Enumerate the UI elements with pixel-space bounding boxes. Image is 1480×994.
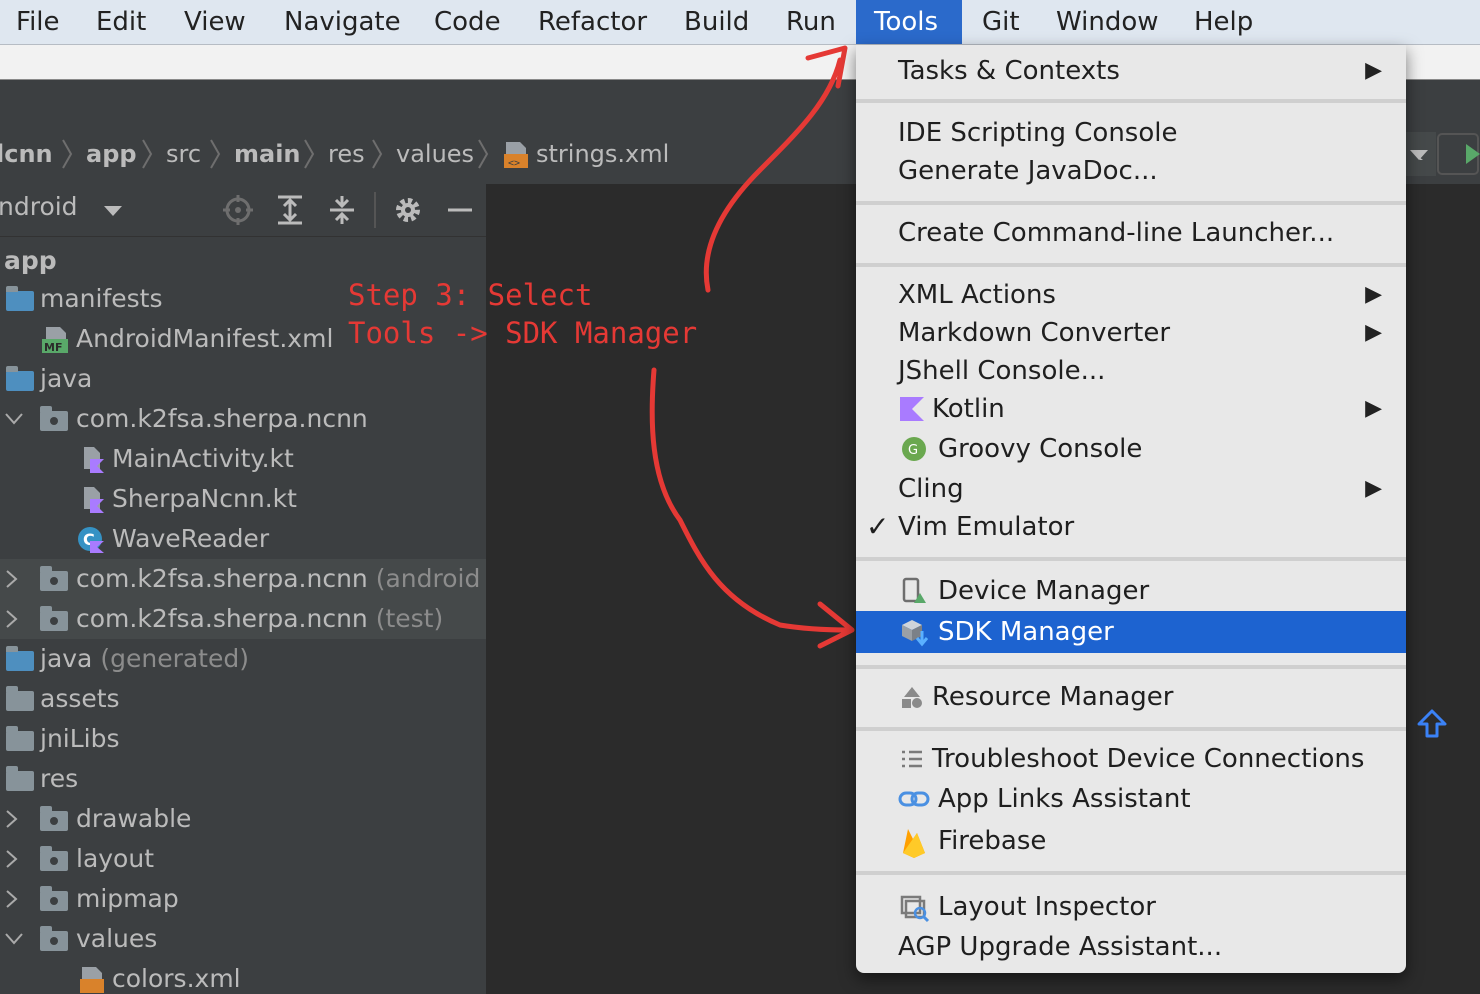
menu-item-layout-inspector[interactable]: Layout Inspector xyxy=(856,887,1406,927)
menu-item-label: AGP Upgrade Assistant... xyxy=(898,932,1223,962)
menu-item-sdk-manager[interactable]: SDK Manager xyxy=(856,611,1406,653)
menu-item-label: XML Actions xyxy=(898,280,1056,310)
menu-item-cling[interactable]: Cling ▶ xyxy=(856,469,1406,509)
menu-item-groovy-console[interactable]: G Groovy Console xyxy=(856,429,1406,469)
menu-separator xyxy=(856,665,1406,669)
menu-item-label: Cling xyxy=(898,474,964,504)
menu-item-jshell-console[interactable]: JShell Console... xyxy=(856,351,1406,391)
menu-item-device-manager[interactable]: Device Manager xyxy=(856,571,1406,611)
menu-item-command-line-launcher[interactable]: Create Command-line Launcher... xyxy=(856,213,1406,253)
menu-item-label: Markdown Converter xyxy=(898,318,1171,348)
menu-item-label: JShell Console... xyxy=(898,356,1106,386)
device-manager-icon xyxy=(902,577,926,603)
menu-item-label: SDK Manager xyxy=(938,617,1114,647)
menu-item-app-links[interactable]: App Links Assistant xyxy=(856,779,1406,819)
menu-item-markdown-converter[interactable]: Markdown Converter ▶ xyxy=(856,313,1406,353)
sdk-manager-icon xyxy=(902,620,929,647)
link-icon xyxy=(898,791,930,807)
menu-item-vim-emulator[interactable]: ✓ Vim Emulator xyxy=(856,507,1406,547)
menu-item-troubleshoot-device[interactable]: Troubleshoot Device Connections xyxy=(856,739,1406,779)
menu-separator xyxy=(856,727,1406,731)
menu-item-label: Troubleshoot Device Connections xyxy=(932,744,1365,774)
menu-item-agp-upgrade[interactable]: AGP Upgrade Assistant... xyxy=(856,927,1406,967)
groovy-icon: G xyxy=(902,437,926,461)
submenu-arrow-icon: ▶ xyxy=(1365,476,1382,501)
menu-separator xyxy=(856,263,1406,267)
menu-item-label: Vim Emulator xyxy=(898,512,1075,542)
menu-item-label: Kotlin xyxy=(932,394,1005,424)
submenu-arrow-icon: ▶ xyxy=(1365,58,1382,83)
svg-text:G: G xyxy=(908,443,918,458)
menu-item-label: Layout Inspector xyxy=(938,892,1156,922)
menu-item-generate-javadoc[interactable]: Generate JavaDoc... xyxy=(856,151,1406,191)
menu-item-firebase[interactable]: Firebase xyxy=(856,821,1406,861)
resource-manager-icon xyxy=(902,687,922,708)
checkmark-icon: ✓ xyxy=(866,510,890,543)
menu-separator xyxy=(856,557,1406,561)
layout-inspector-icon xyxy=(900,895,930,923)
submenu-arrow-icon: ▶ xyxy=(1365,320,1382,345)
menu-separator xyxy=(856,201,1406,205)
menu-separator xyxy=(856,871,1406,875)
menu-item-label: Resource Manager xyxy=(932,682,1174,712)
submenu-arrow-icon: ▶ xyxy=(1365,396,1382,421)
menu-item-label: Generate JavaDoc... xyxy=(898,156,1158,186)
firebase-icon xyxy=(903,829,925,858)
menu-item-ide-scripting[interactable]: IDE Scripting Console xyxy=(856,113,1406,153)
menu-item-label: Tasks & Contexts xyxy=(898,56,1120,86)
menu-item-tasks-contexts[interactable]: Tasks & Contexts ▶ xyxy=(856,51,1406,91)
kotlin-icon xyxy=(900,397,924,421)
menu-item-kotlin[interactable]: Kotlin ▶ xyxy=(856,389,1406,429)
menu-separator xyxy=(856,99,1406,103)
tools-menu: Tasks & Contexts ▶ IDE Scripting Console… xyxy=(856,45,1406,973)
menu-item-resource-manager[interactable]: Resource Manager xyxy=(856,677,1406,717)
list-icon xyxy=(902,750,922,768)
menu-item-label: IDE Scripting Console xyxy=(898,118,1178,148)
menu-item-label: Groovy Console xyxy=(938,434,1143,464)
menu-item-label: App Links Assistant xyxy=(938,784,1191,814)
menu-item-xml-actions[interactable]: XML Actions ▶ xyxy=(856,275,1406,315)
menu-item-label: Create Command-line Launcher... xyxy=(898,218,1335,248)
menu-item-label: Device Manager xyxy=(938,576,1150,606)
menu-item-label: Firebase xyxy=(938,826,1047,856)
submenu-arrow-icon: ▶ xyxy=(1365,282,1382,307)
